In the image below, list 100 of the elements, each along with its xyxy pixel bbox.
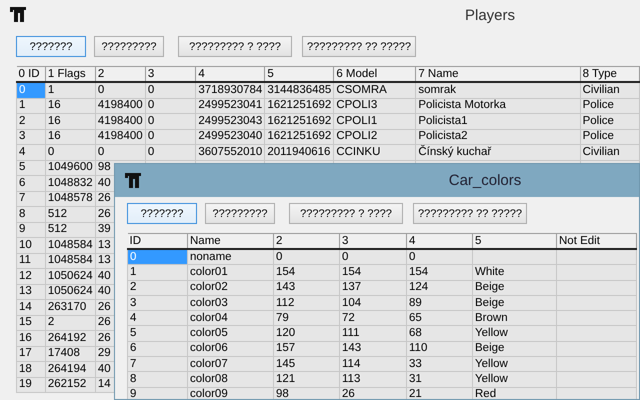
table-cell: 11 <box>16 253 46 268</box>
table-cell: Beige <box>472 280 556 296</box>
table-cell: 19 <box>16 377 46 392</box>
toolbar-button[interactable]: ??????? <box>127 203 197 224</box>
toolbar-button[interactable]: ????????? ?? ????? <box>302 36 416 57</box>
table-cell: 0 <box>340 249 406 265</box>
table-cell: 512 <box>45 206 96 222</box>
table-cell: 33 <box>406 356 472 372</box>
table-cell: 264194 <box>45 362 96 377</box>
toolbar-button[interactable]: ????????? <box>94 36 164 57</box>
table-cell: 1048584 <box>45 253 96 268</box>
column-header[interactable]: 8 Type <box>580 66 640 82</box>
table-cell: Police <box>580 129 640 144</box>
table-cell: Police <box>580 98 640 114</box>
table-cell: 17 <box>16 346 46 362</box>
table-cell: CPOLI1 <box>334 114 416 129</box>
table-cell: 112 <box>274 295 340 311</box>
table-cell: 262152 <box>45 377 96 392</box>
table-cell: color03 <box>188 295 274 311</box>
table-cell: 154 <box>340 264 406 280</box>
table-cell: Red <box>472 387 556 399</box>
column-header[interactable]: 1 Flags <box>45 66 96 82</box>
table-cell: 0 <box>145 82 196 98</box>
toolbar-button[interactable]: ??????? <box>16 36 86 57</box>
column-header[interactable]: 2 <box>95 66 146 82</box>
table-cell: 6 <box>16 176 46 191</box>
column-header[interactable]: 2 <box>274 234 340 249</box>
toolbar-button[interactable]: ????????? ? ???? <box>289 203 403 224</box>
column-header[interactable]: 4 <box>196 66 265 82</box>
table-cell: 0 <box>95 144 146 160</box>
column-header[interactable]: 0 ID <box>16 66 46 82</box>
toolbar-button[interactable]: ????????? ? ???? <box>178 36 292 57</box>
window-title: Car_colors <box>448 172 522 189</box>
table-cell: CSOMRA <box>334 82 416 98</box>
table-cell: 2011940616 <box>264 144 334 160</box>
table-cell: 143 <box>274 280 340 296</box>
table-cell: 17408 <box>45 346 96 362</box>
table-cell: 113 <box>340 372 406 388</box>
table-cell: 1050624 <box>45 284 96 300</box>
table-cell: 72 <box>340 310 406 326</box>
table-cell: Yellow <box>472 372 556 388</box>
table-cell: 9 <box>16 222 46 238</box>
table-cell: color04 <box>188 310 274 326</box>
column-header[interactable]: ID <box>128 234 188 249</box>
table-cell: 26 <box>340 387 406 399</box>
column-header[interactable]: 4 <box>406 234 472 249</box>
table-cell: 0 <box>145 114 196 129</box>
table-cell: Yellow <box>472 356 556 372</box>
table-cell: 3607552010 <box>196 144 265 160</box>
table-cell: 21 <box>406 387 472 399</box>
table-cell: 1050624 <box>45 268 96 284</box>
table-cell: 68 <box>406 326 472 342</box>
table-cell: 89 <box>406 295 472 311</box>
table-cell: 2499523043 <box>196 114 265 129</box>
table-cell: noname <box>188 249 274 265</box>
table-cell: 124 <box>406 280 472 296</box>
table-cell: CPOLI3 <box>334 98 416 114</box>
toolbar-button[interactable]: ????????? ?? ????? <box>413 203 527 224</box>
table-cell: 16 <box>16 330 46 346</box>
table-cell: 145 <box>274 356 340 372</box>
table-cell: color01 <box>188 264 274 280</box>
column-header[interactable]: Not Edit <box>556 234 636 249</box>
column-header[interactable]: Name <box>188 234 274 249</box>
table-cell: 65 <box>406 310 472 326</box>
table-cell: 3718930784 <box>196 82 265 98</box>
column-header[interactable]: 5 <box>264 66 334 82</box>
table-cell: Policista1 <box>416 114 580 129</box>
table-cell: 16 <box>45 98 96 114</box>
table-cell: 512 <box>45 222 96 238</box>
table-cell: Beige <box>472 295 556 311</box>
table-cell: 14 <box>16 300 46 315</box>
column-header[interactable]: 3 <box>145 66 196 82</box>
column-header[interactable]: 7 Name <box>416 66 580 82</box>
table-cell: 8 <box>16 206 46 222</box>
table-cell: 2499523041 <box>196 98 265 114</box>
toolbar-button[interactable]: ????????? <box>205 203 275 224</box>
table-cell: color05 <box>188 326 274 342</box>
column-header[interactable]: 5 <box>472 234 556 249</box>
table-cell: 3 <box>16 129 46 144</box>
table-cell: 1048832 <box>45 176 96 191</box>
table-cell: 0 <box>145 129 196 144</box>
table-cell: Čínský kuchař <box>416 144 580 160</box>
table-cell: 1 <box>16 98 46 114</box>
table-cell: 0 <box>145 98 196 114</box>
table-cell: 4198400 <box>95 129 146 144</box>
table-cell: 8 <box>128 372 188 388</box>
table-cell: 114 <box>340 356 406 372</box>
table-cell: 7 <box>128 356 188 372</box>
table-cell: 1 <box>128 264 188 280</box>
table-cell: CPOLI2 <box>334 129 416 144</box>
table-cell: 4198400 <box>95 114 146 129</box>
table-cell: 2 <box>128 280 188 296</box>
table-cell: 157 <box>274 341 340 357</box>
table-cell: Yellow <box>472 326 556 342</box>
column-header[interactable]: 6 Model <box>334 66 416 82</box>
column-header[interactable]: 3 <box>340 234 406 249</box>
table-cell: 263170 <box>45 300 96 315</box>
table-cell: 16 <box>45 114 96 129</box>
table-cell: 0 <box>145 144 196 160</box>
table-cell: 0 <box>406 249 472 265</box>
